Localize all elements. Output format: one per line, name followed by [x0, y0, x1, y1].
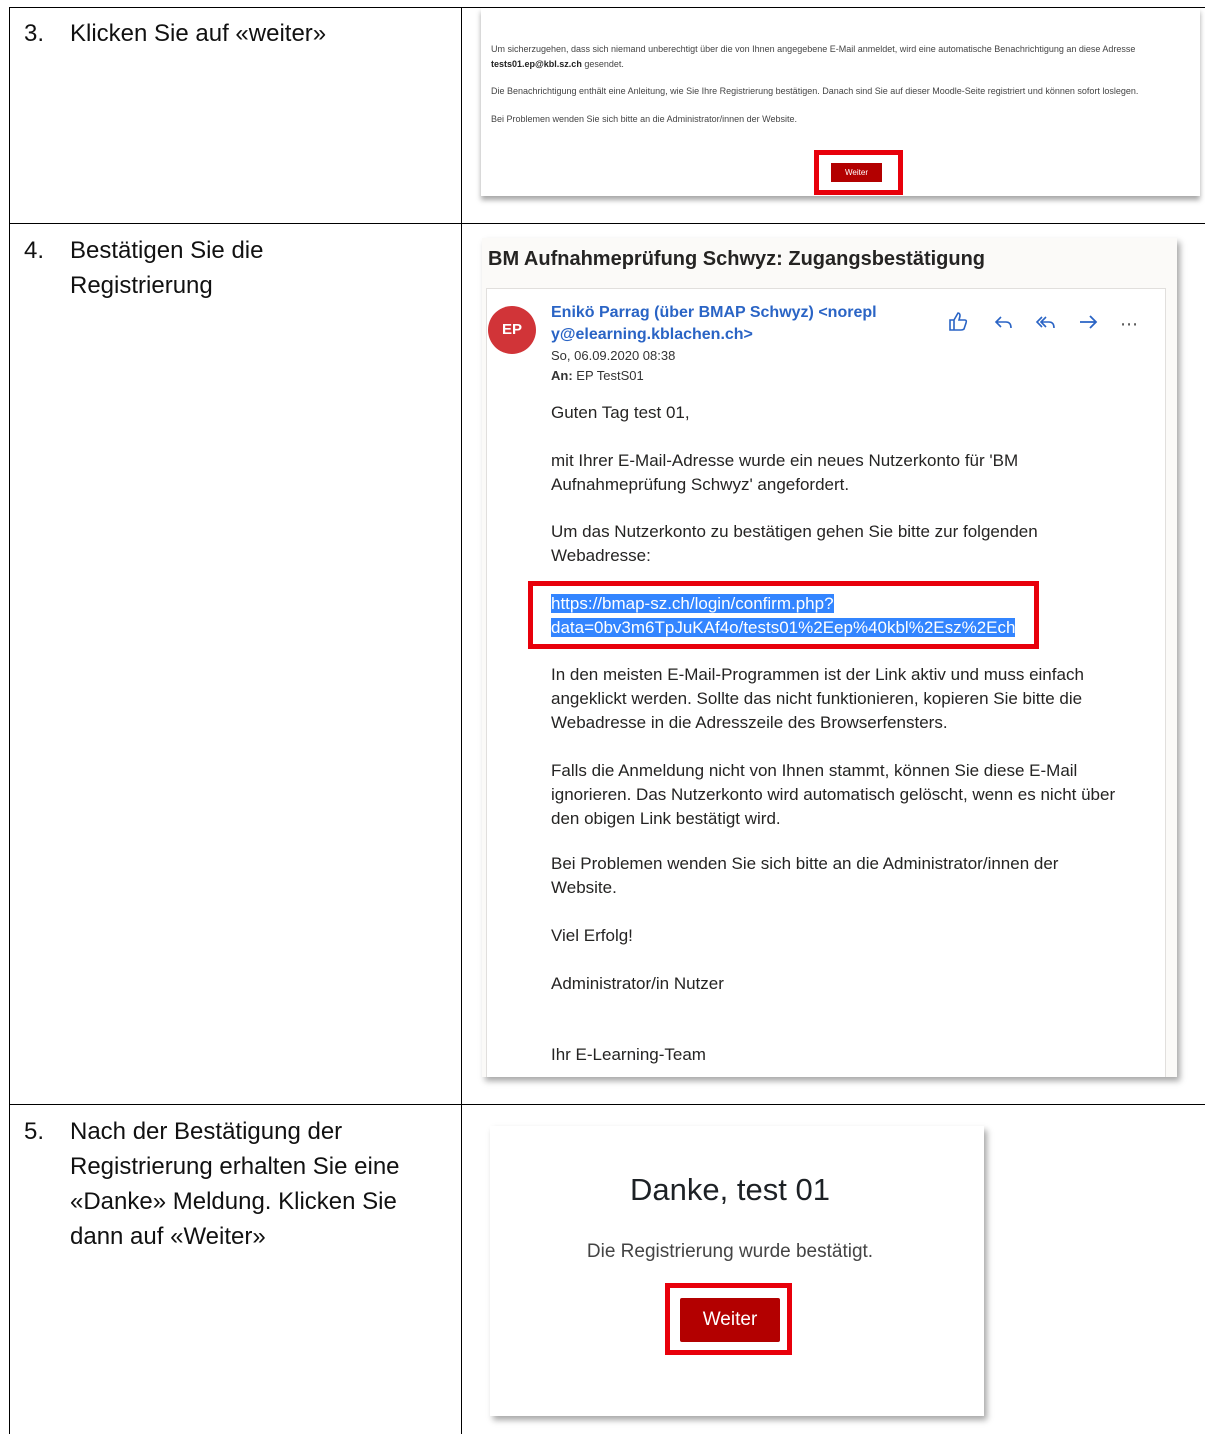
success-message: Die Registrierung wurde bestätigt. [586, 1241, 874, 1262]
email-date: So, 06.09.2020 08:38 [551, 348, 676, 363]
email-paragraph: Bei Problemen wenden Sie sich bitte an d… [551, 854, 1059, 897]
table-column-divider [461, 7, 462, 1434]
email-paragraph: Falls die Anmeldung nicht von Ihnen stam… [551, 761, 1116, 828]
confirmation-link[interactable]: https://bmap-sz.ch/login/confirm.php? da… [551, 592, 1131, 640]
email-paragraph: In den meisten E-Mail-Programmen ist der… [551, 665, 1084, 732]
step-number: 4. [24, 237, 45, 264]
table-row-divider [9, 1104, 1205, 1105]
step-text: Bestätigen Sie die Registrierung [70, 237, 264, 299]
email-sender[interactable]: Enikö Parrag (über BMAP Schwyz) <noreply… [551, 302, 881, 346]
table-row-divider [9, 223, 1205, 224]
info-text-line: Die Benachrichtigung enthält eine Anleit… [491, 86, 1139, 96]
email-actions: ⋯ [946, 310, 1146, 340]
sender-avatar: EP [488, 306, 536, 354]
step-number: 3. [24, 20, 45, 47]
info-text-line: Bei Problemen wenden Sie sich bitte an d… [491, 114, 798, 124]
more-icon[interactable]: ⋯ [1120, 314, 1138, 335]
info-text-line: Um sicherzugehen, dass sich niemand unbe… [491, 44, 1136, 54]
email-paragraph: Administrator/in Nutzer [551, 974, 724, 993]
email-recipient: An: EP TestS01 [551, 368, 644, 383]
weiter-button[interactable]: Weiter [680, 1298, 780, 1342]
reply-icon[interactable] [992, 310, 1016, 339]
reply-all-icon[interactable] [1034, 310, 1058, 339]
step-text: Nach der Bestätigung der Registrierung e… [70, 1118, 400, 1250]
email-paragraph: Um das Nutzerkonto zu bestätigen gehen S… [551, 522, 1038, 565]
email-paragraph: Viel Erfolg! [551, 926, 633, 945]
success-title: Danke, test 01 [630, 1172, 830, 1207]
email-greeting: Guten Tag test 01, [551, 403, 690, 422]
email-subject: BM Aufnahmeprüfung Schwyz: Zugangsbestät… [488, 248, 986, 270]
info-email-line: tests01.ep@kbl.sz.ch gesendet. [491, 59, 624, 69]
table-border-left [9, 7, 10, 1434]
step-number: 5. [24, 1118, 45, 1145]
forward-icon[interactable] [1076, 310, 1100, 339]
confirmation-success-screenshot [490, 1126, 984, 1416]
email-screenshot: BM Aufnahmeprüfung Schwyz: Zugangsbestät… [482, 238, 1177, 1077]
email-paragraph: mit Ihrer E-Mail-Adresse wurde ein neues… [551, 451, 1019, 494]
registered-email: tests01.ep@kbl.sz.ch [491, 59, 582, 69]
email-signature: Ihr E-Learning-Team [551, 1045, 706, 1064]
step-text: Klicken Sie auf «weiter» [70, 20, 327, 47]
weiter-button[interactable]: Weiter [831, 163, 882, 182]
like-icon[interactable] [946, 310, 970, 339]
